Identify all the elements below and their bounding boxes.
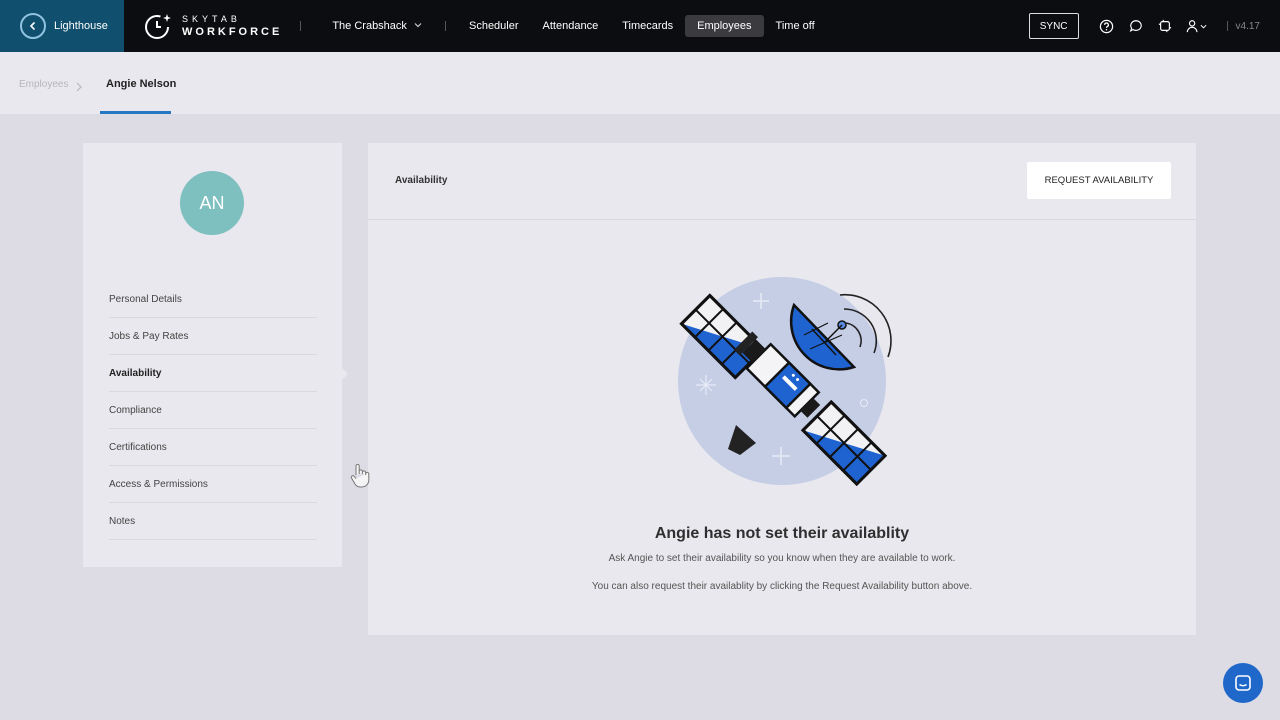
location-label: The Crabshack (332, 20, 407, 32)
breadcrumb: Employees Angie Nelson (0, 52, 1280, 114)
user-menu-button[interactable] (1186, 18, 1208, 34)
menu-access-permissions[interactable]: Access & Permissions (109, 466, 317, 503)
brand-logo: SKYTAB WORKFORCE (142, 11, 282, 41)
nav-attendance[interactable]: Attendance (531, 15, 611, 37)
profile-sidebar: AN Personal Details Jobs & Pay Rates Ava… (83, 143, 342, 567)
chat-icon (1235, 675, 1251, 691)
menu-compliance[interactable]: Compliance (109, 392, 317, 429)
breadcrumb-current[interactable]: Angie Nelson (106, 78, 176, 90)
chat-bubble-icon[interactable] (1128, 18, 1144, 34)
nav-employees[interactable]: Employees (685, 15, 764, 37)
menu-availability[interactable]: Availability (109, 355, 317, 392)
refresh-icon[interactable] (1157, 18, 1173, 34)
chevron-down-icon (414, 23, 422, 28)
divider (444, 21, 446, 31)
sync-button[interactable]: SYNC (1028, 13, 1079, 39)
empty-state-title: Angie has not set their availablity (654, 525, 910, 542)
avatar: AN (180, 171, 244, 235)
nav-timecards[interactable]: Timecards (610, 15, 685, 37)
top-right-tools: SYNC v4.17 (1028, 0, 1280, 52)
breadcrumb-employees-link[interactable]: Employees (19, 79, 68, 90)
skytab-clock-icon (145, 14, 171, 39)
hand-cursor-icon (350, 463, 370, 488)
satellite-illustration-icon (678, 277, 892, 487)
profile-menu: Personal Details Jobs & Pay Rates Availa… (109, 281, 317, 540)
back-to-lighthouse-button[interactable]: Lighthouse (0, 0, 124, 52)
nav-time-off[interactable]: Time off (764, 15, 827, 37)
user-icon (1186, 20, 1198, 33)
active-menu-pointer (342, 368, 348, 380)
panel-header: Availability REQUEST AVAILABILITY (368, 143, 1196, 220)
menu-notes[interactable]: Notes (109, 503, 317, 540)
help-icon[interactable] (1099, 18, 1115, 34)
back-label: Lighthouse (54, 20, 108, 32)
nav-scheduler[interactable]: Scheduler (457, 15, 531, 37)
divider (300, 21, 302, 31)
version-label: v4.17 (1235, 20, 1260, 32)
chevron-right-icon (76, 82, 82, 92)
top-navigation-bar: Lighthouse SKYTAB WORKFORCE The Crabshac… (0, 0, 1280, 52)
main-nav: The Crabshack Scheduler Attendance Timec… (320, 15, 826, 37)
support-chat-button[interactable] (1223, 663, 1263, 703)
menu-certifications[interactable]: Certifications (109, 429, 317, 466)
brand-line-1: SKYTAB (182, 13, 241, 24)
request-availability-button[interactable]: REQUEST AVAILABILITY (1027, 162, 1171, 199)
active-tab-indicator (100, 111, 171, 114)
location-selector[interactable]: The Crabshack (320, 15, 434, 37)
chevron-down-icon (1200, 24, 1207, 29)
brand-line-2: WORKFORCE (182, 25, 283, 38)
empty-state-message: Ask Angie to set their availability so y… (608, 553, 956, 564)
panel-title: Availability (395, 175, 448, 186)
availability-panel: Availability REQUEST AVAILABILITY Angie … (368, 143, 1196, 635)
menu-personal-details[interactable]: Personal Details (109, 281, 317, 318)
menu-jobs-pay-rates[interactable]: Jobs & Pay Rates (109, 318, 317, 355)
empty-state-hint: You can also request their availablity b… (591, 581, 973, 592)
divider (1226, 21, 1228, 31)
chevron-left-icon (20, 13, 46, 39)
